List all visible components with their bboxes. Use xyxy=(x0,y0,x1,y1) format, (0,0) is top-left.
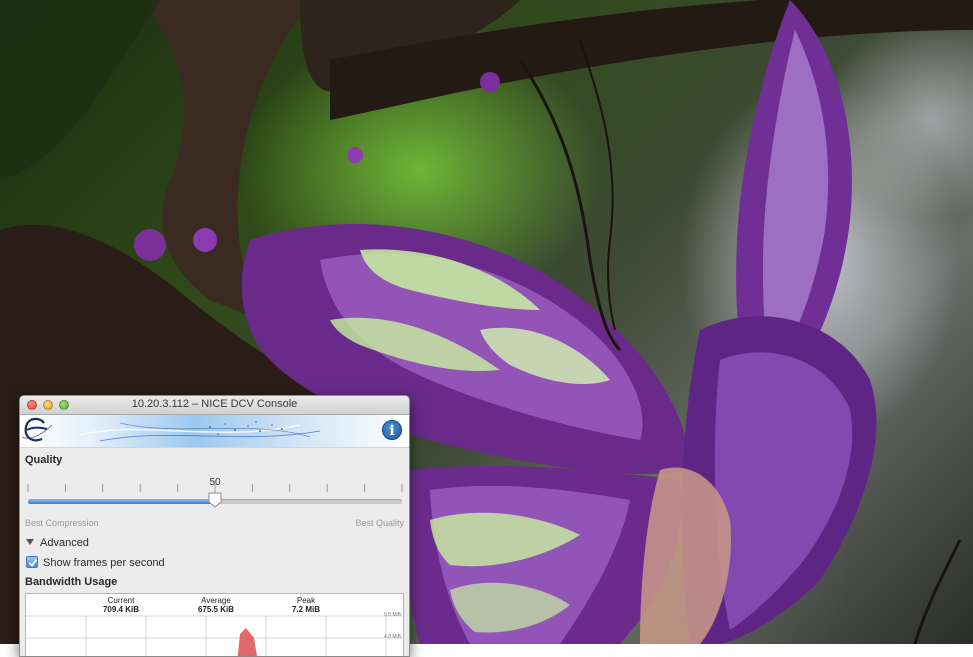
bw-peak-value: 7.2 MiB xyxy=(291,605,320,614)
bw-average-value: 675.5 KiB xyxy=(197,605,235,614)
checkmark-icon xyxy=(28,558,38,567)
bw-current-label: Current xyxy=(107,596,135,605)
bandwidth-spike xyxy=(237,628,257,656)
bw-current-value: 709.4 KiB xyxy=(102,605,140,614)
bw-average-stat: Average 675.5 KiB xyxy=(181,596,251,614)
show-fps-label: Show frames per second xyxy=(43,557,165,569)
bw-scale-top: 9.5 MiB xyxy=(384,612,401,618)
advanced-label: Advanced xyxy=(40,537,89,549)
best-quality-label: Best Quality xyxy=(355,518,404,528)
bw-peak-label: Peak xyxy=(296,596,316,605)
dcv-console-window: 10.20.3.112 – NICE DCV Console i Quality… xyxy=(19,395,410,657)
disclosure-triangle-icon xyxy=(26,539,34,545)
show-fps-option[interactable]: Show frames per second xyxy=(26,556,165,569)
bw-average-label: Average xyxy=(201,596,231,605)
bw-current-stat: Current 709.4 KiB xyxy=(86,596,156,614)
best-compression-label: Best Compression xyxy=(25,518,99,528)
quality-slider-thumb[interactable] xyxy=(208,492,222,508)
advanced-disclosure-toggle[interactable]: Advanced xyxy=(26,537,89,549)
bandwidth-graph: Current 709.4 KiB Average 675.5 KiB Peak… xyxy=(25,593,405,656)
bw-scale-mid: 4.8 MiB xyxy=(384,634,401,640)
bandwidth-usage-label: Bandwidth Usage xyxy=(25,576,118,588)
show-fps-checkbox[interactable] xyxy=(26,556,38,568)
bw-peak-stat: Peak 7.2 MiB xyxy=(271,596,341,614)
